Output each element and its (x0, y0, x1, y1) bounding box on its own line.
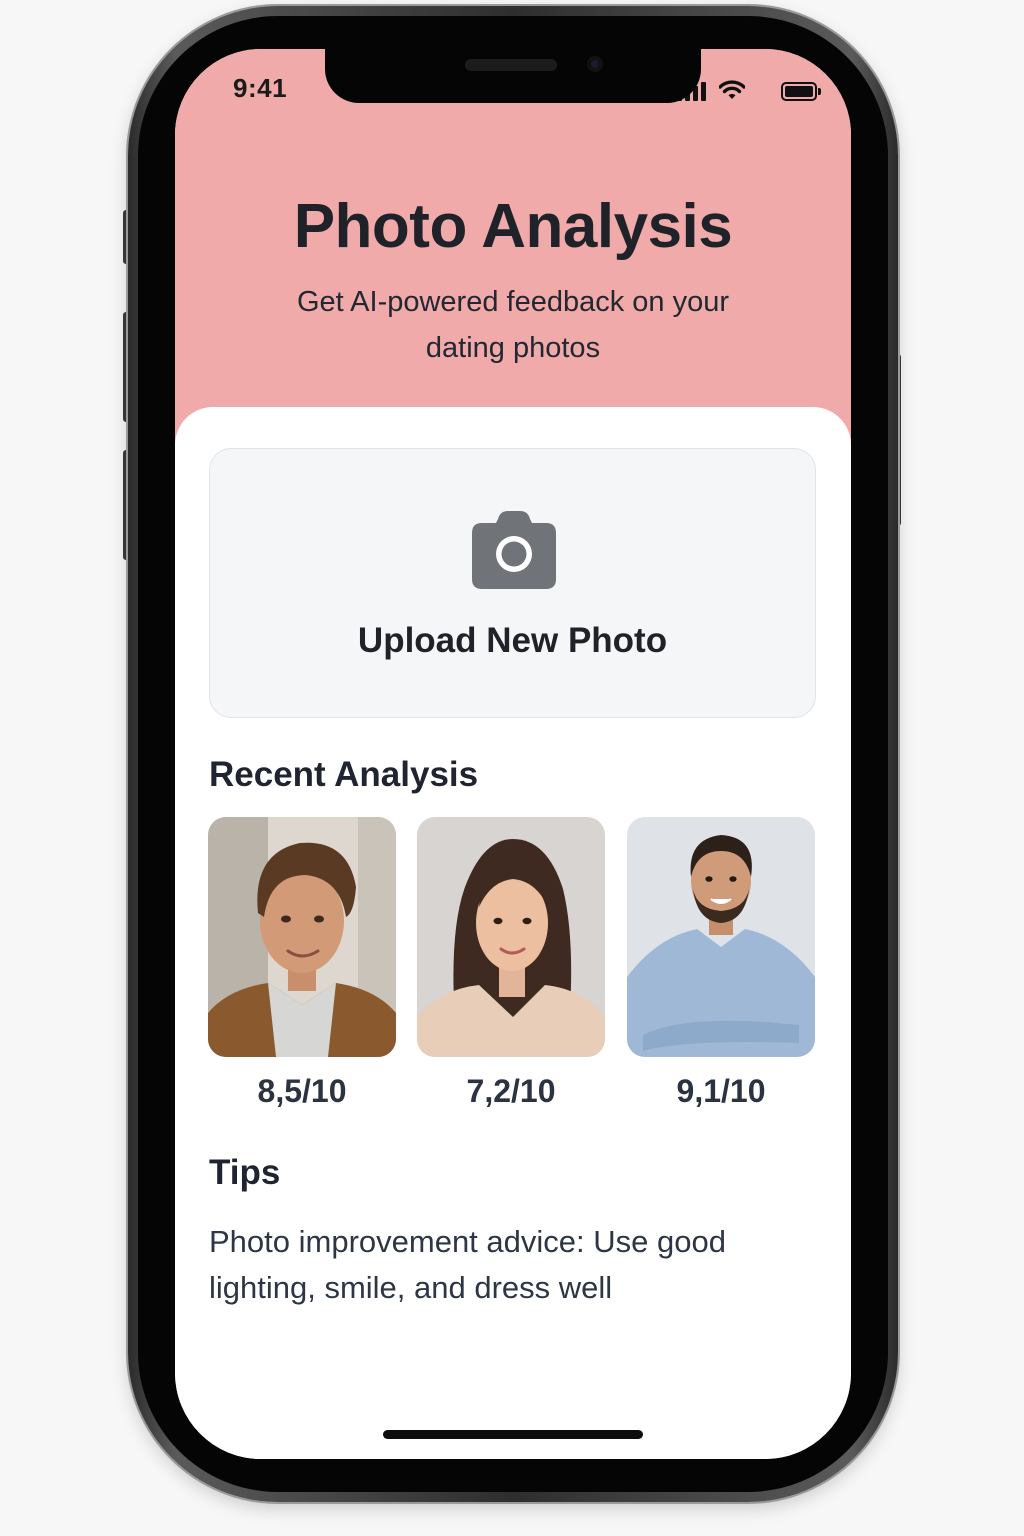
page-subtitle: Get AI-powered feedback on your dating p… (296, 286, 730, 364)
tips-text: Photo improvement advice: Use good light… (209, 1224, 726, 1305)
tips-title: Tips (209, 1153, 281, 1192)
front-camera (587, 56, 603, 72)
speaker-grille (465, 59, 557, 71)
upload-photo-button[interactable]: Upload New Photo (209, 448, 816, 718)
notch (325, 49, 701, 103)
camera-icon (472, 511, 556, 589)
recent-photo-1[interactable] (208, 817, 396, 1057)
recent-photo-3[interactable] (627, 817, 815, 1057)
wifi-icon (719, 80, 745, 99)
recent-analysis-title: Recent Analysis (209, 755, 479, 794)
portrait-image (208, 817, 396, 1057)
upload-label: Upload New Photo (357, 621, 668, 660)
score-3: 9,1/10 (676, 1073, 766, 1109)
score-1: 8,5/10 (257, 1073, 347, 1109)
home-indicator[interactable] (383, 1430, 643, 1439)
portrait-image (417, 817, 605, 1057)
content-card: Upload New Photo Recent Analysis 8,5/10 … (175, 407, 851, 1459)
recent-photo-2[interactable] (417, 817, 605, 1057)
app-screen: 9:41 Photo Analysis Get AI-powered feedb… (175, 49, 851, 1459)
portrait-image (627, 817, 815, 1057)
battery-icon (781, 82, 821, 101)
page-title: Photo Analysis (293, 192, 733, 261)
score-2: 7,2/10 (466, 1073, 556, 1109)
status-time: 9:41 (233, 73, 288, 103)
